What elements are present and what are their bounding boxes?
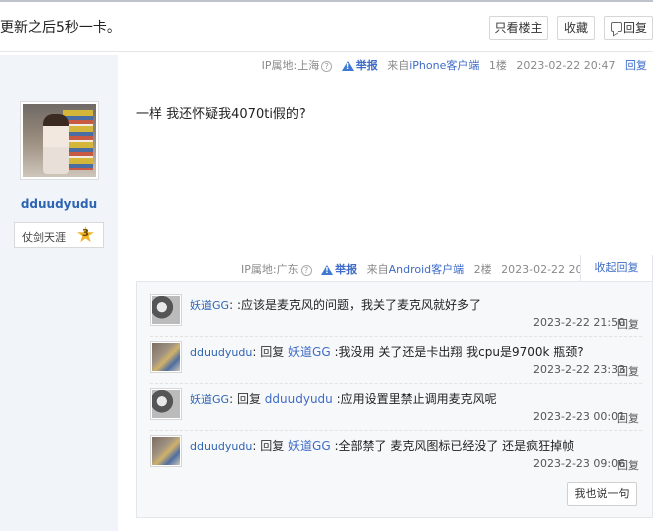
post-content: 一样 我还怀疑我4070ti假的? [136, 107, 306, 122]
sub-reply-time: 2023-2-22 23:33 [533, 363, 626, 376]
sub-reply-time: 2023-2-23 00:01 [533, 410, 626, 423]
post-time: 2023-02-22 20:47 [516, 58, 616, 72]
colon: : [252, 439, 257, 453]
sub-reply-body: :应该是麦克风的问题，我关了麦克风就好多了 [236, 298, 481, 312]
sub-reply-link[interactable]: 回复 [617, 363, 639, 379]
collapse-replies-button[interactable]: 收起回复 [580, 255, 653, 282]
sub-reply-text: dduudyudu: 回复 妖道GG :全部禁了 麦克风图标已经没了 还是疯狂掉… [190, 437, 574, 454]
sub-reply-user[interactable]: dduudyudu [190, 440, 252, 453]
list-item: dduudyudu: 回复 妖道GG :全部禁了 麦克风图标已经没了 还是疯狂掉… [150, 435, 650, 483]
post2-meta: IP属地:广东? 举报 来自Android客户端 2楼 2023-02-22 2… [241, 261, 606, 277]
avatar[interactable] [20, 101, 99, 180]
add-comment-button[interactable]: 我也说一句 [567, 482, 637, 506]
sub-reply-body: :全部禁了 麦克风图标已经没了 还是疯狂掉帧 [334, 439, 575, 453]
help-icon[interactable]: ? [321, 60, 333, 72]
divider [150, 383, 642, 384]
avatar[interactable] [150, 388, 182, 420]
reply-icon [611, 22, 622, 32]
divider [150, 336, 642, 337]
badge-title: 仗剑天涯 [22, 231, 66, 244]
avatar-image [152, 343, 180, 371]
reply-button[interactable]: 回复 [604, 16, 653, 40]
avatar-image [152, 390, 180, 418]
reply-word: 回复 [260, 439, 285, 453]
avatar-image [152, 296, 180, 324]
floor-number: 1楼 [488, 59, 507, 72]
sub-reply-time: 2023-2-23 09:06 [533, 457, 626, 470]
sub-reply-link[interactable]: 回复 [617, 457, 639, 473]
ip-location: IP属地:上海 [261, 59, 320, 72]
sub-reply-body: :我没用 关了还是卡出翔 我cpu是9700k 瓶颈? [334, 345, 584, 359]
member-badge[interactable]: 仗剑天涯 ★ 3 [14, 222, 104, 248]
sub-reply-user[interactable]: dduudyudu [190, 346, 252, 359]
thread-header: 更新之后5秒一卡。 只看楼主 收藏 回复 [0, 2, 653, 52]
sub-reply-user[interactable]: 妖道GG [190, 393, 229, 406]
reply-target-user[interactable]: 妖道GG [288, 345, 331, 359]
reply-target-user[interactable]: 妖道GG [288, 439, 331, 453]
sub-reply-text: 妖道GG: 回复 dduudyudu :应用设置里禁止调用麦克风呢 [190, 390, 497, 407]
reply-button-label: 回复 [623, 21, 648, 35]
list-item: dduudyudu: 回复 妖道GG :我没用 关了还是卡出翔 我cpu是970… [150, 341, 650, 389]
collect-button[interactable]: 收藏 [557, 16, 595, 40]
list-item: 妖道GG: 回复 dduudyudu :应用设置里禁止调用麦克风呢 2023-2-… [150, 388, 650, 436]
colon: : [229, 392, 234, 406]
avatar-image [152, 437, 180, 465]
reply-word: 回复 [236, 392, 261, 406]
post1-meta: IP属地:上海? 举报 来自iPhone客户端 1楼 2023-02-22 20… [261, 57, 653, 73]
reply-target-user[interactable]: dduudyudu [265, 392, 333, 406]
floor-number: 2楼 [473, 263, 492, 276]
report-link[interactable]: 举报 [356, 59, 378, 72]
sub-reply-body: :应用设置里禁止调用麦克风呢 [336, 392, 497, 406]
warning-icon [341, 61, 354, 71]
colon: : [252, 345, 257, 359]
author-username[interactable]: dduudyudu [0, 197, 118, 211]
divider [150, 430, 642, 431]
sub-reply-time: 2023-2-22 21:50 [533, 316, 626, 329]
client-source: 来自Android客户端 [366, 263, 465, 276]
ip-location: IP属地:广东 [241, 263, 299, 276]
post1-reply-link[interactable]: 回复 [625, 57, 647, 73]
avatar-image [23, 104, 96, 177]
client-source: 来自iPhone客户端 [387, 59, 480, 72]
badge-level: 3 [82, 228, 89, 239]
sub-reply-text: dduudyudu: 回复 妖道GG :我没用 关了还是卡出翔 我cpu是970… [190, 343, 584, 360]
reply-word: 回复 [260, 345, 285, 359]
thread-title: 更新之后5秒一卡。 [0, 20, 121, 36]
colon: : [229, 298, 234, 312]
only-op-button[interactable]: 只看楼主 [489, 16, 548, 40]
avatar[interactable] [150, 435, 182, 467]
help-icon[interactable]: ? [300, 264, 312, 276]
sub-reply-text: 妖道GG: :应该是麦克风的问题，我关了麦克风就好多了 [190, 296, 481, 313]
report-link[interactable]: 举报 [335, 263, 357, 276]
warning-icon [321, 265, 334, 275]
avatar[interactable] [150, 294, 182, 326]
sub-reply-link[interactable]: 回复 [617, 316, 639, 332]
sub-reply-link[interactable]: 回复 [617, 410, 639, 426]
list-item: 妖道GG: :应该是麦克风的问题，我关了麦克风就好多了 2023-2-22 21:… [150, 294, 650, 342]
sub-reply-user[interactable]: 妖道GG [190, 299, 229, 312]
avatar[interactable] [150, 341, 182, 373]
